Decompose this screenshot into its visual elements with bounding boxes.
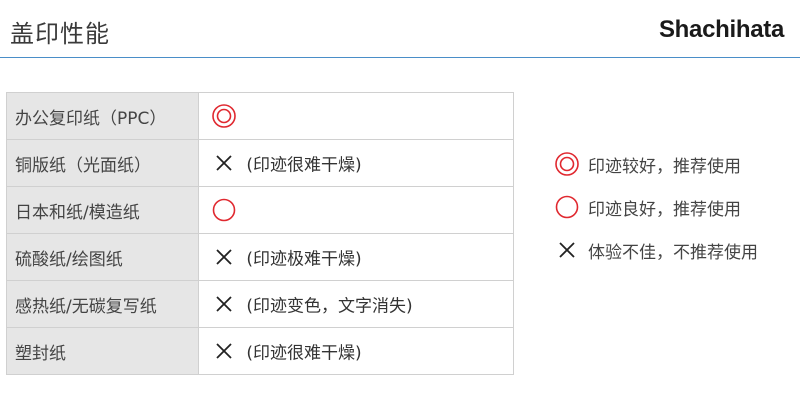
legend-label: 印迹较好，推荐使用: [588, 156, 741, 177]
result-text: (印迹很难干燥): [246, 343, 362, 364]
paper-type: 办公复印纸（PPC）: [6, 92, 199, 140]
circle-icon: [554, 194, 580, 220]
page-title: 盖印性能: [10, 20, 110, 48]
result-text: (印迹变色，文字消失): [246, 296, 413, 317]
result-cell: [198, 186, 514, 234]
double-circle-icon: [554, 151, 580, 177]
cross-icon: [211, 291, 237, 317]
brand-logo: Shachihata: [658, 16, 784, 43]
cross-icon: [211, 150, 237, 176]
legend-item: 印迹较好，推荐使用: [554, 150, 794, 178]
legend-item: 体验不佳，不推荐使用: [554, 236, 794, 264]
cross-icon: [211, 244, 237, 270]
result-cell: (印迹极难干燥): [198, 233, 514, 281]
result-cell: (印迹变色，文字消失): [198, 280, 514, 328]
legend-label: 体验不佳，不推荐使用: [588, 242, 758, 263]
paper-type: 硫酸纸/绘图纸: [6, 233, 199, 281]
table-row: 日本和纸/模造纸: [6, 186, 514, 234]
stamp-performance-table: 办公复印纸（PPC） 铜版纸（光面纸） (印迹很难干燥) 日本和纸/模造纸 硫酸…: [6, 92, 514, 375]
legend-item: 印迹良好，推荐使用: [554, 193, 794, 221]
cross-icon: [211, 338, 237, 364]
paper-type: 塑封纸: [6, 327, 199, 375]
paper-type: 日本和纸/模造纸: [6, 186, 199, 234]
symbol-legend: 印迹较好，推荐使用 印迹良好，推荐使用 体验不佳，不推荐使用: [554, 150, 794, 279]
table-row: 铜版纸（光面纸） (印迹很难干燥): [6, 139, 514, 187]
result-text: (印迹极难干燥): [246, 249, 362, 270]
paper-type: 铜版纸（光面纸）: [6, 139, 199, 187]
table-row: 办公复印纸（PPC）: [6, 92, 514, 140]
table-row: 硫酸纸/绘图纸 (印迹极难干燥): [6, 233, 514, 281]
table-row: 感热纸/无碳复写纸 (印迹变色，文字消失): [6, 280, 514, 328]
table-row: 塑封纸 (印迹很难干燥): [6, 327, 514, 375]
result-text: (印迹很难干燥): [246, 155, 362, 176]
double-circle-icon: [211, 103, 237, 129]
cross-icon: [554, 237, 580, 263]
result-cell: [198, 92, 514, 140]
result-cell: (印迹很难干燥): [198, 327, 514, 375]
header-divider: [0, 57, 800, 58]
result-cell: (印迹很难干燥): [198, 139, 514, 187]
legend-label: 印迹良好，推荐使用: [588, 199, 741, 220]
circle-icon: [211, 197, 237, 223]
paper-type: 感热纸/无碳复写纸: [6, 280, 199, 328]
header: 盖印性能 Shachihata: [0, 0, 800, 58]
